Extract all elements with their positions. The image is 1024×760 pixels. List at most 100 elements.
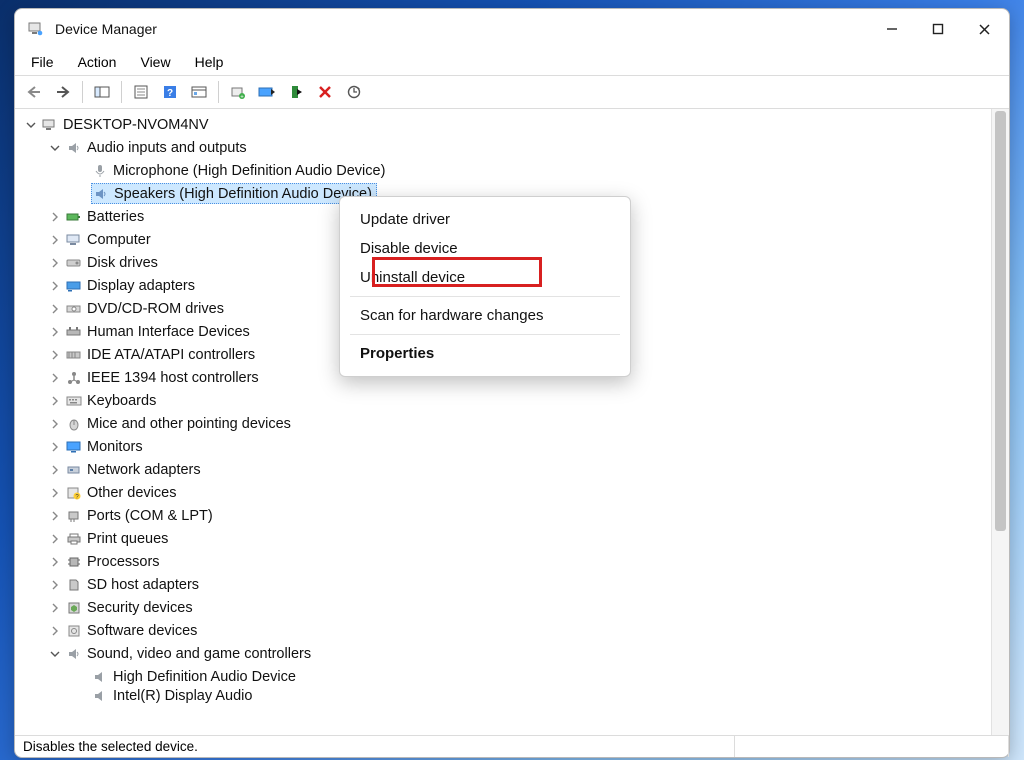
- tree-label: Computer: [87, 232, 151, 248]
- chevron-right-icon[interactable]: [47, 232, 63, 248]
- scrollbar-thumb[interactable]: [995, 111, 1006, 531]
- speaker-icon: [91, 669, 109, 685]
- tree-category-print[interactable]: Print queues: [17, 527, 991, 550]
- maximize-button[interactable]: [915, 13, 961, 45]
- svg-text:?: ?: [167, 88, 173, 99]
- chevron-right-icon[interactable]: [47, 508, 63, 524]
- tree-category-processors[interactable]: Processors: [17, 550, 991, 573]
- tree-category-other[interactable]: ? Other devices: [17, 481, 991, 504]
- tree-item-intel-audio[interactable]: Intel(R) Display Audio: [17, 688, 991, 704]
- menu-file[interactable]: File: [21, 52, 64, 72]
- cm-uninstall-device[interactable]: Uninstall device: [340, 263, 630, 292]
- menu-action[interactable]: Action: [68, 52, 127, 72]
- chevron-right-icon[interactable]: [47, 554, 63, 570]
- optical-drive-icon: [65, 301, 83, 317]
- svg-text:+: +: [240, 95, 244, 100]
- tree-item-microphone[interactable]: Microphone (High Definition Audio Device…: [17, 159, 991, 182]
- tree-label: DVD/CD-ROM drives: [87, 301, 224, 317]
- chevron-right-icon[interactable]: [47, 278, 63, 294]
- disk-icon: [65, 255, 83, 271]
- tree-category-security[interactable]: Security devices: [17, 596, 991, 619]
- tree-label: Intel(R) Display Audio: [113, 688, 252, 704]
- tree-label: SD host adapters: [87, 577, 199, 593]
- tree-category-software[interactable]: Software devices: [17, 619, 991, 642]
- cm-disable-device[interactable]: Disable device: [340, 234, 630, 263]
- toolbar: ? +: [15, 75, 1009, 109]
- vertical-scrollbar[interactable]: [991, 109, 1009, 735]
- tree-label: Processors: [87, 554, 160, 570]
- ide-icon: [65, 347, 83, 363]
- display-adapter-icon: [65, 278, 83, 294]
- tree-item-hd-audio[interactable]: High Definition Audio Device: [17, 665, 991, 688]
- back-button[interactable]: [21, 79, 47, 105]
- battery-icon: [65, 209, 83, 225]
- tree-label: Other devices: [87, 485, 176, 501]
- chevron-right-icon[interactable]: [47, 347, 63, 363]
- properties-icon[interactable]: [128, 79, 154, 105]
- tree-category-sound[interactable]: Sound, video and game controllers: [17, 642, 991, 665]
- tree-label: IEEE 1394 host controllers: [87, 370, 259, 386]
- chevron-right-icon[interactable]: [47, 255, 63, 271]
- chevron-down-icon[interactable]: [47, 140, 63, 156]
- cm-update-driver[interactable]: Update driver: [340, 205, 630, 234]
- disable-device-icon[interactable]: [254, 79, 280, 105]
- chevron-right-icon[interactable]: [47, 209, 63, 225]
- chevron-right-icon[interactable]: [47, 531, 63, 547]
- tree-category-ports[interactable]: Ports (COM & LPT): [17, 504, 991, 527]
- tree-category-monitors[interactable]: Monitors: [17, 435, 991, 458]
- chevron-right-icon[interactable]: [47, 623, 63, 639]
- tree-label: Human Interface Devices: [87, 324, 250, 340]
- chevron-right-icon[interactable]: [47, 462, 63, 478]
- cm-scan-hardware[interactable]: Scan for hardware changes: [340, 301, 630, 330]
- tree-label: Batteries: [87, 209, 144, 225]
- device-tree[interactable]: DESKTOP-NVOM4NV Audio inputs and outputs…: [15, 109, 991, 735]
- software-device-icon: [65, 623, 83, 639]
- chevron-right-icon[interactable]: [47, 439, 63, 455]
- update-driver-icon[interactable]: +: [225, 79, 251, 105]
- forward-button[interactable]: [50, 79, 76, 105]
- tree-category-network[interactable]: Network adapters: [17, 458, 991, 481]
- action-icon[interactable]: [186, 79, 212, 105]
- speaker-icon: [91, 688, 109, 704]
- chevron-right-icon[interactable]: [47, 324, 63, 340]
- chevron-right-icon[interactable]: [47, 600, 63, 616]
- chevron-right-icon[interactable]: [47, 370, 63, 386]
- tree-label: Security devices: [87, 600, 193, 616]
- chevron-right-icon[interactable]: [47, 301, 63, 317]
- computer-icon: [41, 117, 59, 133]
- tree-category-mice[interactable]: Mice and other pointing devices: [17, 412, 991, 435]
- processor-icon: [65, 554, 83, 570]
- hid-icon: [65, 324, 83, 340]
- tree-label: Microphone (High Definition Audio Device…: [113, 163, 385, 179]
- tree-root-label: DESKTOP-NVOM4NV: [63, 117, 209, 133]
- speaker-icon: [65, 140, 83, 156]
- tree-label: Mice and other pointing devices: [87, 416, 291, 432]
- menu-view[interactable]: View: [130, 52, 180, 72]
- tree-category-sdhost[interactable]: SD host adapters: [17, 573, 991, 596]
- scan-hardware-icon[interactable]: [341, 79, 367, 105]
- tree-label: Display adapters: [87, 278, 195, 294]
- show-hide-console-icon[interactable]: [89, 79, 115, 105]
- tree-category-keyboards[interactable]: Keyboards: [17, 389, 991, 412]
- chevron-right-icon[interactable]: [47, 485, 63, 501]
- cm-separator: [350, 296, 620, 297]
- uninstall-device-icon[interactable]: [312, 79, 338, 105]
- close-button[interactable]: [961, 13, 1007, 45]
- chevron-down-icon[interactable]: [23, 117, 39, 133]
- help-icon[interactable]: ?: [157, 79, 183, 105]
- minimize-button[interactable]: [869, 13, 915, 45]
- tree-label: High Definition Audio Device: [113, 669, 296, 685]
- chevron-down-icon[interactable]: [47, 646, 63, 662]
- menu-help[interactable]: Help: [185, 52, 234, 72]
- chevron-right-icon[interactable]: [47, 416, 63, 432]
- enable-device-icon[interactable]: [283, 79, 309, 105]
- tree-root[interactable]: DESKTOP-NVOM4NV: [17, 113, 991, 136]
- chevron-right-icon[interactable]: [47, 393, 63, 409]
- cm-properties[interactable]: Properties: [340, 339, 630, 368]
- status-text: Disables the selected device.: [15, 736, 735, 757]
- speaker-icon: [65, 646, 83, 662]
- chevron-right-icon[interactable]: [47, 577, 63, 593]
- tree-category-audio[interactable]: Audio inputs and outputs: [17, 136, 991, 159]
- microphone-icon: [91, 163, 109, 179]
- port-icon: [65, 508, 83, 524]
